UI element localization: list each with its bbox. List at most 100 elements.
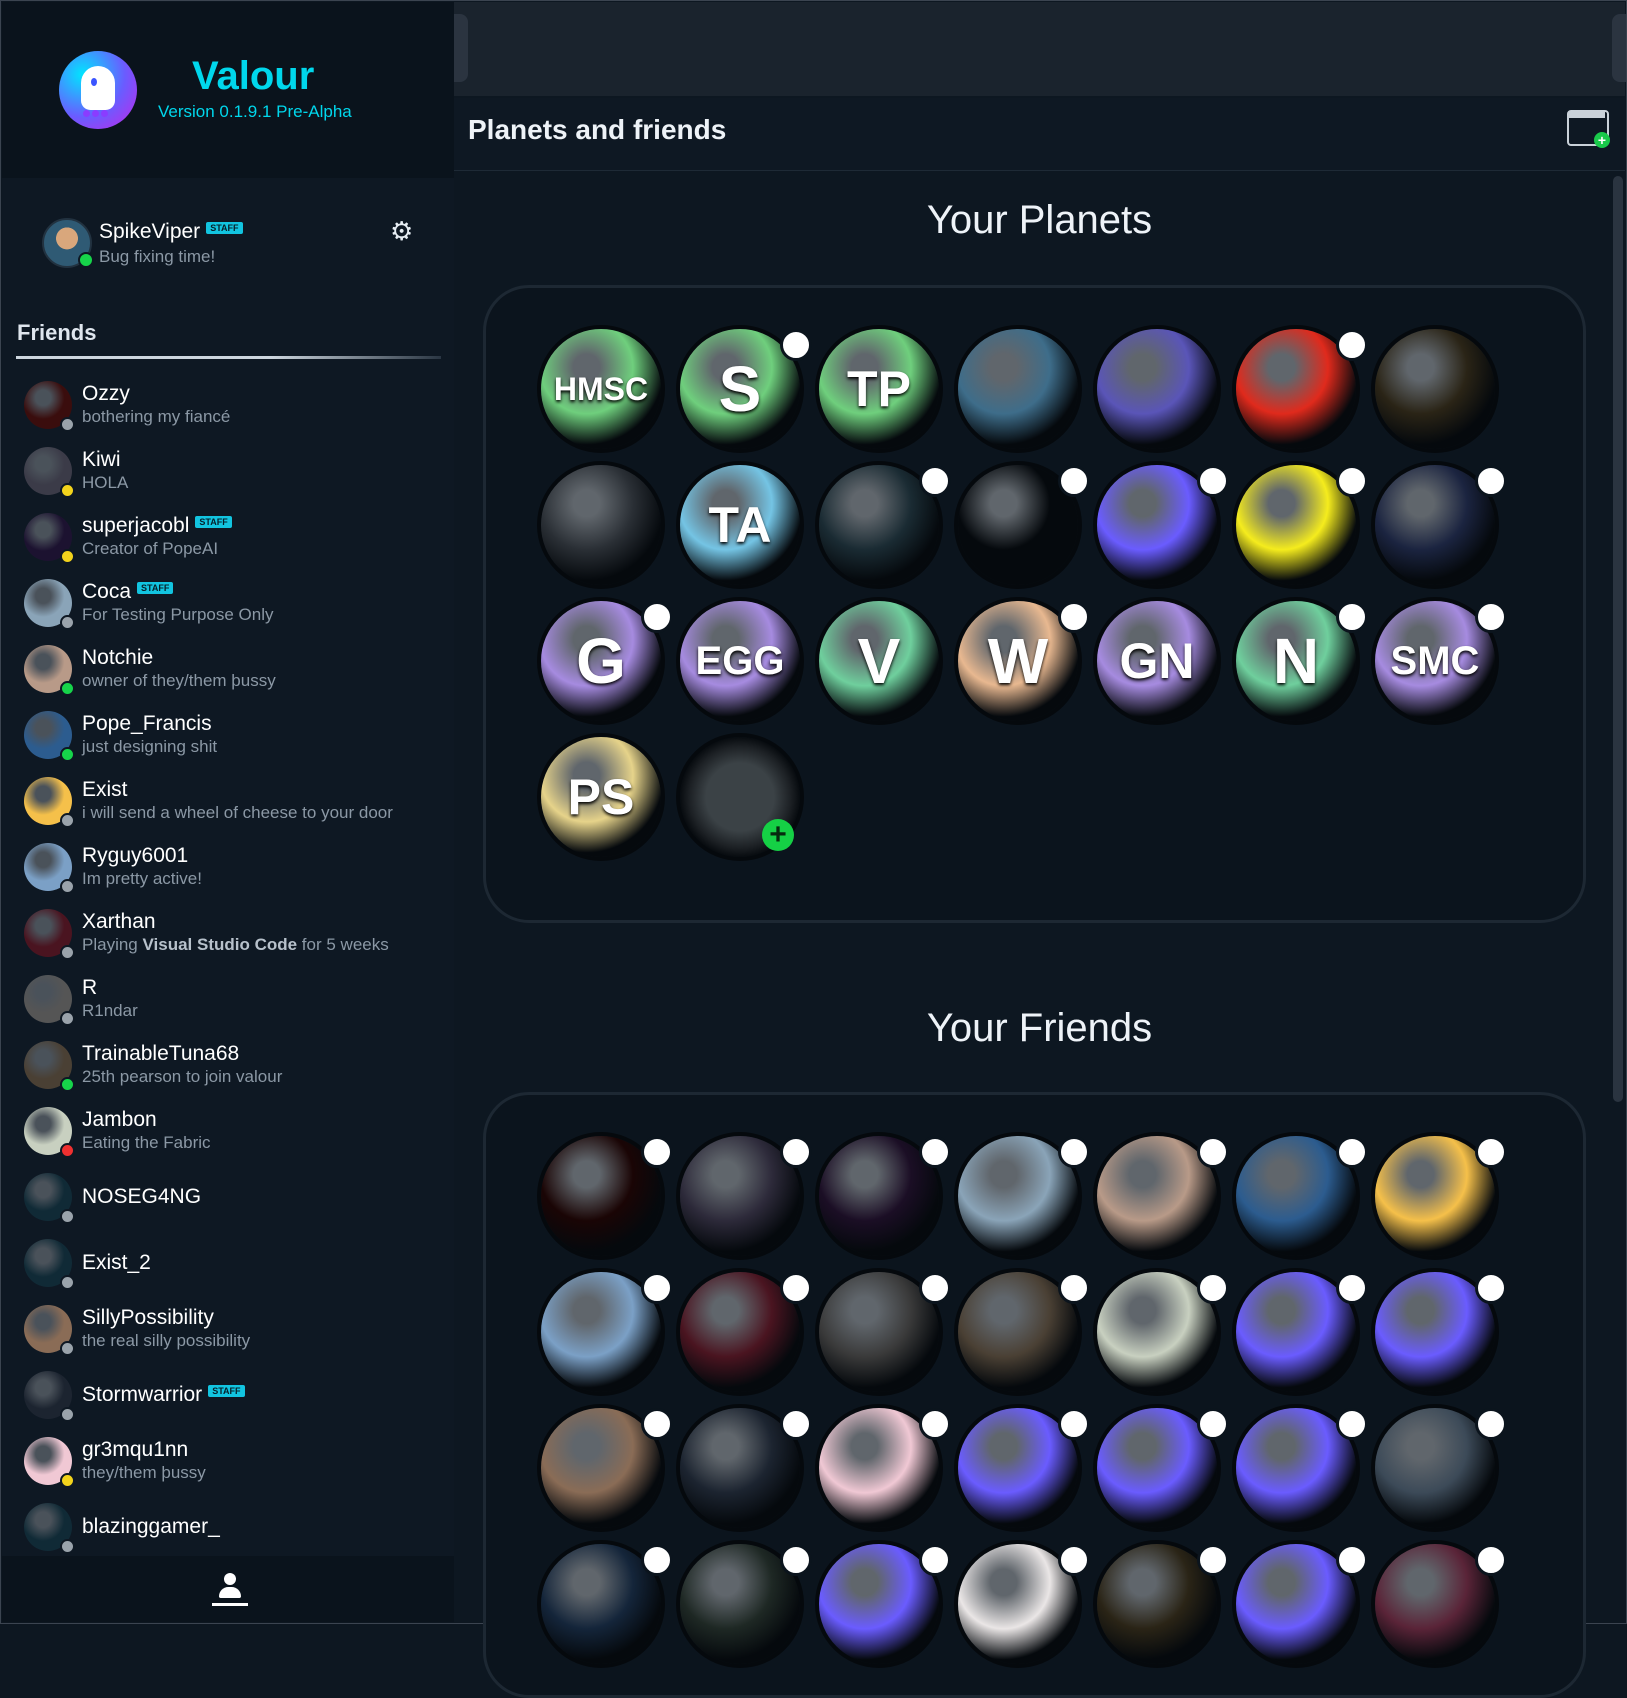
friend-tile[interactable] <box>1375 1272 1507 1392</box>
friend-tile[interactable] <box>1097 1272 1229 1392</box>
friend-tile[interactable] <box>541 1544 673 1664</box>
friend-name: superjacobl <box>82 514 190 537</box>
friend-list-item[interactable]: Coca STAFF For Testing Purpose Only <box>2 570 454 636</box>
planet-tile[interactable]: TA <box>680 465 800 585</box>
friend-list-item[interactable]: Kiwi HOLA <box>2 438 454 504</box>
friend-tile[interactable] <box>1236 1272 1368 1392</box>
planet-tile[interactable]: HMSC <box>541 329 661 449</box>
friend-tile[interactable] <box>819 1408 951 1528</box>
friend-list-item[interactable]: Pope_Francis just designing shit <box>2 702 454 768</box>
add-planet-button[interactable]: + <box>680 737 800 857</box>
planet-tile[interactable] <box>819 465 951 585</box>
tab-stub-left[interactable] <box>454 14 468 82</box>
status-indicator <box>60 1407 75 1422</box>
notification-dot <box>1336 1544 1368 1576</box>
friend-tile[interactable] <box>958 1272 1090 1392</box>
friend-list-item[interactable]: Exist i will send a wheel of cheese to yo… <box>2 768 454 834</box>
friend-name: Ryguy6001 <box>82 844 189 867</box>
friend-tile[interactable] <box>1236 1408 1368 1528</box>
valour-logo-icon <box>59 51 137 129</box>
status-indicator <box>60 945 75 960</box>
notification-dot <box>1058 1272 1090 1304</box>
notification-dot <box>641 1136 673 1168</box>
status-indicator <box>60 1473 75 1488</box>
friend-tile[interactable] <box>680 1408 812 1528</box>
friend-list-item[interactable]: superjacobl STAFF Creator of PopeAI <box>2 504 454 570</box>
friend-list-item[interactable]: gr3mqu1nn they/them þussy <box>2 1428 454 1494</box>
friend-list-item[interactable]: Ryguy6001 Im pretty active! <box>2 834 454 900</box>
planet-tile[interactable] <box>958 329 1078 449</box>
current-user-card[interactable]: SpikeViper STAFF Bug fixing time! <box>2 202 454 277</box>
friend-tile[interactable] <box>1236 1136 1368 1256</box>
friend-tile[interactable] <box>1375 1408 1507 1528</box>
planet-tile[interactable]: GN <box>1097 601 1217 721</box>
planet-tile[interactable] <box>1236 329 1368 449</box>
planets-section-title: Your Planets <box>926 198 1153 242</box>
planet-tile[interactable]: N <box>1236 601 1368 721</box>
notification-dot <box>1336 1136 1368 1168</box>
bottom-nav <box>2 1556 454 1622</box>
planet-tile[interactable] <box>541 465 661 585</box>
friend-list-item[interactable]: blazinggamer_ <box>2 1494 454 1560</box>
friend-tile[interactable] <box>680 1136 812 1256</box>
friend-tile[interactable] <box>958 1136 1090 1256</box>
planet-tile[interactable] <box>958 465 1090 585</box>
friend-tile[interactable] <box>1097 1544 1229 1664</box>
planet-tile[interactable]: V <box>819 601 939 721</box>
friend-tile[interactable] <box>819 1544 951 1664</box>
friend-list-item[interactable]: R R1ndar <box>2 966 454 1032</box>
friend-tile[interactable] <box>1097 1136 1229 1256</box>
gear-icon[interactable]: ⚙ <box>390 218 416 244</box>
planet-tile[interactable]: W <box>958 601 1090 721</box>
new-window-icon[interactable]: + <box>1567 110 1610 148</box>
friend-tile[interactable] <box>819 1136 951 1256</box>
friend-tile[interactable] <box>958 1544 1090 1664</box>
friend-tile[interactable] <box>1097 1408 1229 1528</box>
planet-tile[interactable] <box>1097 465 1229 585</box>
friend-name: Xarthan <box>82 910 156 933</box>
planet-tile[interactable] <box>1375 465 1507 585</box>
friend-list-item[interactable]: Jambon Eating the Fabric <box>2 1098 454 1164</box>
notification-dot <box>1475 465 1507 497</box>
friend-list-item[interactable]: Xarthan Playing Visual Studio Code for 5 … <box>2 900 454 966</box>
friend-tile[interactable] <box>541 1408 673 1528</box>
planet-tile[interactable]: SMC <box>1375 601 1507 721</box>
friend-list-item[interactable]: Notchie owner of they/them þussy <box>2 636 454 702</box>
friend-name: Stormwarrior <box>82 1383 203 1406</box>
tab-stub-right[interactable] <box>1612 14 1626 82</box>
friend-tile[interactable] <box>958 1408 1090 1528</box>
planet-tile[interactable] <box>1097 329 1217 449</box>
friend-status-text: owner of they/them þussy <box>82 671 276 690</box>
notification-dot <box>1475 1272 1507 1304</box>
friend-tile[interactable] <box>1375 1136 1507 1256</box>
friend-tile[interactable] <box>541 1272 673 1392</box>
planet-tile[interactable]: PS <box>541 737 661 857</box>
friend-tile[interactable] <box>819 1272 951 1392</box>
planet-label: HMSC <box>553 371 649 407</box>
status-prefix: Playing <box>82 935 143 954</box>
friend-tile[interactable] <box>680 1544 812 1664</box>
scrollbar-thumb[interactable] <box>1613 176 1623 1102</box>
planet-tile[interactable] <box>1375 329 1495 449</box>
friend-tile[interactable] <box>680 1272 812 1392</box>
planet-label: EGG <box>695 639 785 683</box>
person-icon[interactable] <box>212 1573 248 1606</box>
planet-tile[interactable]: G <box>541 601 673 721</box>
friend-list-item[interactable]: Ozzy bothering my fiancé <box>2 372 454 438</box>
notification-dot <box>1058 1544 1090 1576</box>
planet-tile[interactable] <box>1236 465 1368 585</box>
status-indicator <box>60 1077 75 1092</box>
friend-list-item[interactable]: NOSEG4NG <box>2 1164 454 1230</box>
planet-tile[interactable]: S <box>680 329 812 449</box>
friend-tile[interactable] <box>541 1136 673 1256</box>
status-indicator <box>60 1209 75 1224</box>
friend-tile[interactable] <box>1236 1544 1368 1664</box>
friend-list-item[interactable]: SillyPossibility the real silly possibili… <box>2 1296 454 1362</box>
planet-tile[interactable]: EGG <box>680 601 800 721</box>
brand-version: Version 0.1.9.1 Pre-Alpha <box>158 102 352 121</box>
planet-tile[interactable]: TP <box>819 329 939 449</box>
friend-list-item[interactable]: Exist_2 <box>2 1230 454 1296</box>
friend-list-item[interactable]: Stormwarrior STAFF <box>2 1362 454 1428</box>
friend-list-item[interactable]: TrainableTuna68 25th pearson to join valo… <box>2 1032 454 1098</box>
friend-tile[interactable] <box>1375 1544 1507 1664</box>
